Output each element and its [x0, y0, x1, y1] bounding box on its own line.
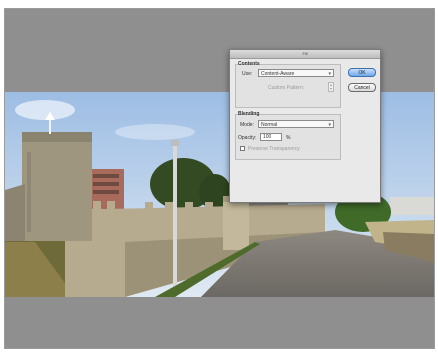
- preserve-transparency-label: Preserve Transparency: [248, 146, 300, 152]
- chevron-down-icon: ▾: [328, 71, 331, 77]
- opacity-input[interactable]: 100: [260, 133, 282, 141]
- ok-button[interactable]: OK: [348, 68, 376, 77]
- use-label: Use:: [242, 71, 253, 77]
- custom-pattern-label: Custom Pattern:: [268, 85, 305, 91]
- small-tower: [223, 200, 249, 250]
- contents-group-title: Contents: [238, 61, 260, 67]
- opacity-unit: %: [286, 135, 291, 141]
- document-canvas[interactable]: Fill Contents Use: Content-Aware ▾ Custo…: [4, 8, 435, 349]
- mode-select-value: Normal: [261, 122, 278, 128]
- custom-pattern-picker: ▴ ▾: [328, 82, 334, 92]
- opacity-label: Opacity:: [238, 135, 257, 141]
- lamp-post: [173, 144, 177, 297]
- dialog-titlebar[interactable]: Fill: [230, 50, 380, 59]
- use-select[interactable]: Content-Aware ▾: [258, 69, 334, 77]
- preserve-transparency-checkbox[interactable]: [240, 146, 245, 151]
- chevron-down-icon: ▾: [328, 122, 331, 128]
- use-select-value: Content-Aware: [261, 71, 295, 77]
- mode-select[interactable]: Normal ▾: [258, 120, 334, 128]
- blending-group-title: Blending: [238, 111, 260, 117]
- fill-dialog[interactable]: Fill Contents Use: Content-Aware ▾ Custo…: [229, 49, 381, 203]
- screenshot-frame: Fill Contents Use: Content-Aware ▾ Custo…: [0, 0, 438, 356]
- mode-label: Mode:: [240, 122, 254, 128]
- cancel-button[interactable]: Cancel: [348, 83, 376, 92]
- round-tower: [22, 136, 92, 241]
